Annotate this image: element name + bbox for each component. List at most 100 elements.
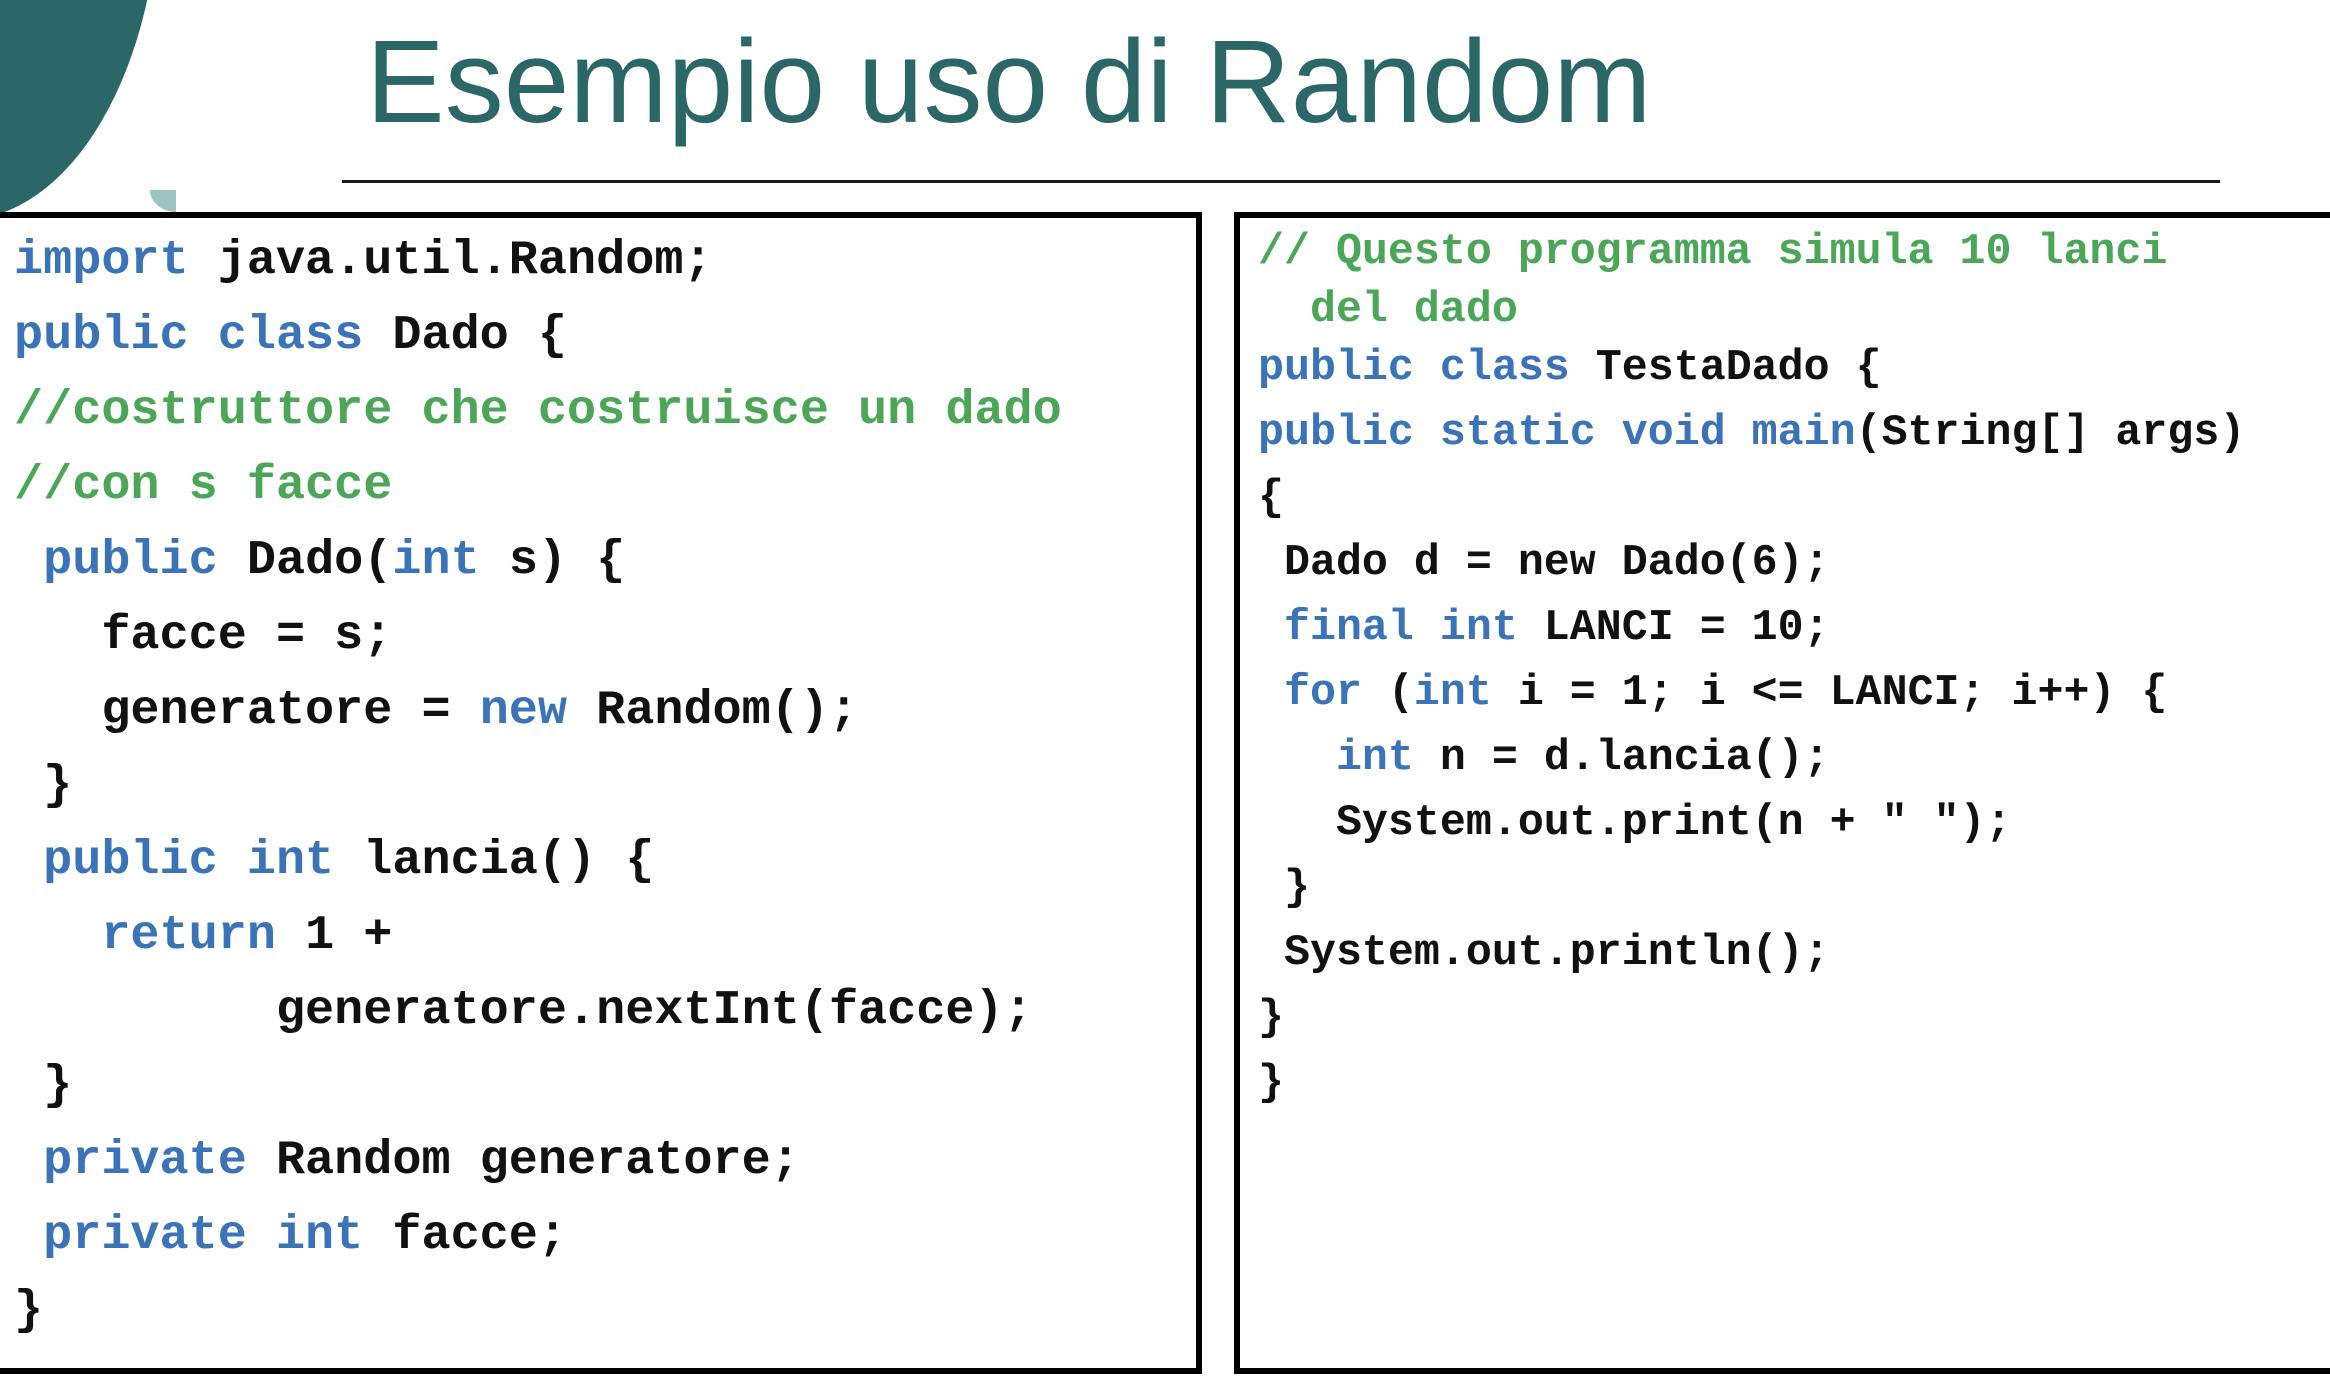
code-text: } (1258, 1059, 1284, 1108)
code-keyword: public int (43, 833, 335, 888)
code-line: facce = s; (14, 598, 1062, 673)
code-text: facce = s; (101, 608, 393, 663)
code-text: (String[] args) (1855, 409, 2246, 458)
code-keyword: public static void main (1258, 409, 1856, 458)
code-line: for (int i = 1; i <= LANCI; i++) { (1258, 661, 2245, 726)
code-text: generatore = (101, 683, 480, 738)
code-line: public int lancia() { (14, 823, 1062, 898)
corner-accent-decoration (150, 190, 176, 212)
code-text: ( (1361, 669, 1414, 718)
code-text: TestaDado { (1569, 344, 1882, 393)
code-keyword: private (43, 1133, 247, 1188)
code-line: final int LANCI = 10; (1258, 596, 2245, 661)
code-line: // Questo programma simula 10 lanci (1258, 220, 2245, 278)
testadado-class-code: // Questo programma simula 10 lanci del … (1258, 220, 2245, 1116)
code-text: } (43, 758, 73, 813)
code-line: System.out.println(); (1258, 921, 2245, 986)
code-text: facce; (363, 1208, 567, 1263)
code-keyword: import (14, 233, 189, 288)
code-line: } (14, 748, 1062, 823)
code-text: generatore.nextInt(facce); (275, 983, 1033, 1038)
code-keyword: int (1335, 734, 1414, 783)
code-text: } (1258, 994, 1284, 1043)
code-keyword: int (1413, 669, 1492, 718)
code-line: public class TestaDado { (1258, 336, 2245, 401)
code-line: } (14, 1048, 1062, 1123)
code-line: } (1258, 1051, 2245, 1116)
code-keyword: return (101, 908, 276, 963)
code-text: LANCI = 10; (1517, 604, 1830, 653)
code-line: } (1258, 986, 2245, 1051)
code-line: return 1 + (14, 898, 1062, 973)
code-line: public class Dado { (14, 298, 1062, 373)
code-keyword: new (479, 683, 568, 738)
code-line: import java.util.Random; (14, 223, 1062, 298)
code-text: Random generatore; (246, 1133, 800, 1188)
code-comment: //con s facce (14, 458, 393, 513)
code-text: System.out.print(n + " "); (1335, 799, 2012, 848)
code-keyword: for (1283, 669, 1362, 718)
code-comment: //costruttore che costruisce un dado (14, 383, 1062, 438)
code-line: generatore.nextInt(facce); (14, 973, 1062, 1048)
code-line: generatore = new Random(); (14, 673, 1062, 748)
code-text: Random(); (567, 683, 859, 738)
code-text: lancia() { (334, 833, 655, 888)
code-line: public Dado(int s) { (14, 523, 1062, 598)
code-line: private Random generatore; (14, 1123, 1062, 1198)
code-keyword: final int (1283, 604, 1518, 653)
corner-decoration (0, 0, 160, 220)
code-line: { (1258, 466, 2245, 531)
code-line: System.out.print(n + " "); (1258, 791, 2245, 856)
code-line: int n = d.lancia(); (1258, 726, 2245, 791)
code-line: } (14, 1273, 1062, 1348)
code-line: //costruttore che costruisce un dado (14, 373, 1062, 448)
code-comment: // Questo programma simula 10 lanci (1258, 228, 2168, 277)
code-text: Dado d = new Dado(6); (1283, 539, 1830, 588)
code-line: //con s facce (14, 448, 1062, 523)
code-text: } (1283, 864, 1310, 913)
code-line: Dado d = new Dado(6); (1258, 531, 2245, 596)
code-keyword: public class (14, 308, 364, 363)
code-line: } (1258, 856, 2245, 921)
code-text: { (1258, 474, 1284, 523)
code-text: java.util.Random; (188, 233, 713, 288)
code-line: private int facce; (14, 1198, 1062, 1273)
code-line: public static void main(String[] args) (1258, 401, 2245, 466)
code-line: del dado (1258, 278, 2245, 336)
slide-title: Esempio uso di Random (366, 16, 1652, 148)
code-keyword: int (392, 533, 480, 588)
code-text: Dado { (363, 308, 567, 363)
code-text: } (43, 1058, 73, 1113)
title-underline (342, 180, 2220, 183)
code-text: 1 + (275, 908, 393, 963)
code-comment: del dado (1309, 286, 1518, 335)
code-text: s) { (479, 533, 626, 588)
code-text: } (14, 1283, 44, 1338)
code-text: i = 1; i <= LANCI; i++) { (1491, 669, 2168, 718)
code-text: n = d.lancia(); (1413, 734, 1830, 783)
code-text: System.out.println(); (1283, 929, 1830, 978)
code-keyword: public class (1258, 344, 1570, 393)
code-keyword: public (43, 533, 218, 588)
code-keyword: private int (43, 1208, 364, 1263)
code-text: Dado( (217, 533, 393, 588)
dado-class-code: import java.util.Random; public class Dad… (14, 223, 1062, 1348)
